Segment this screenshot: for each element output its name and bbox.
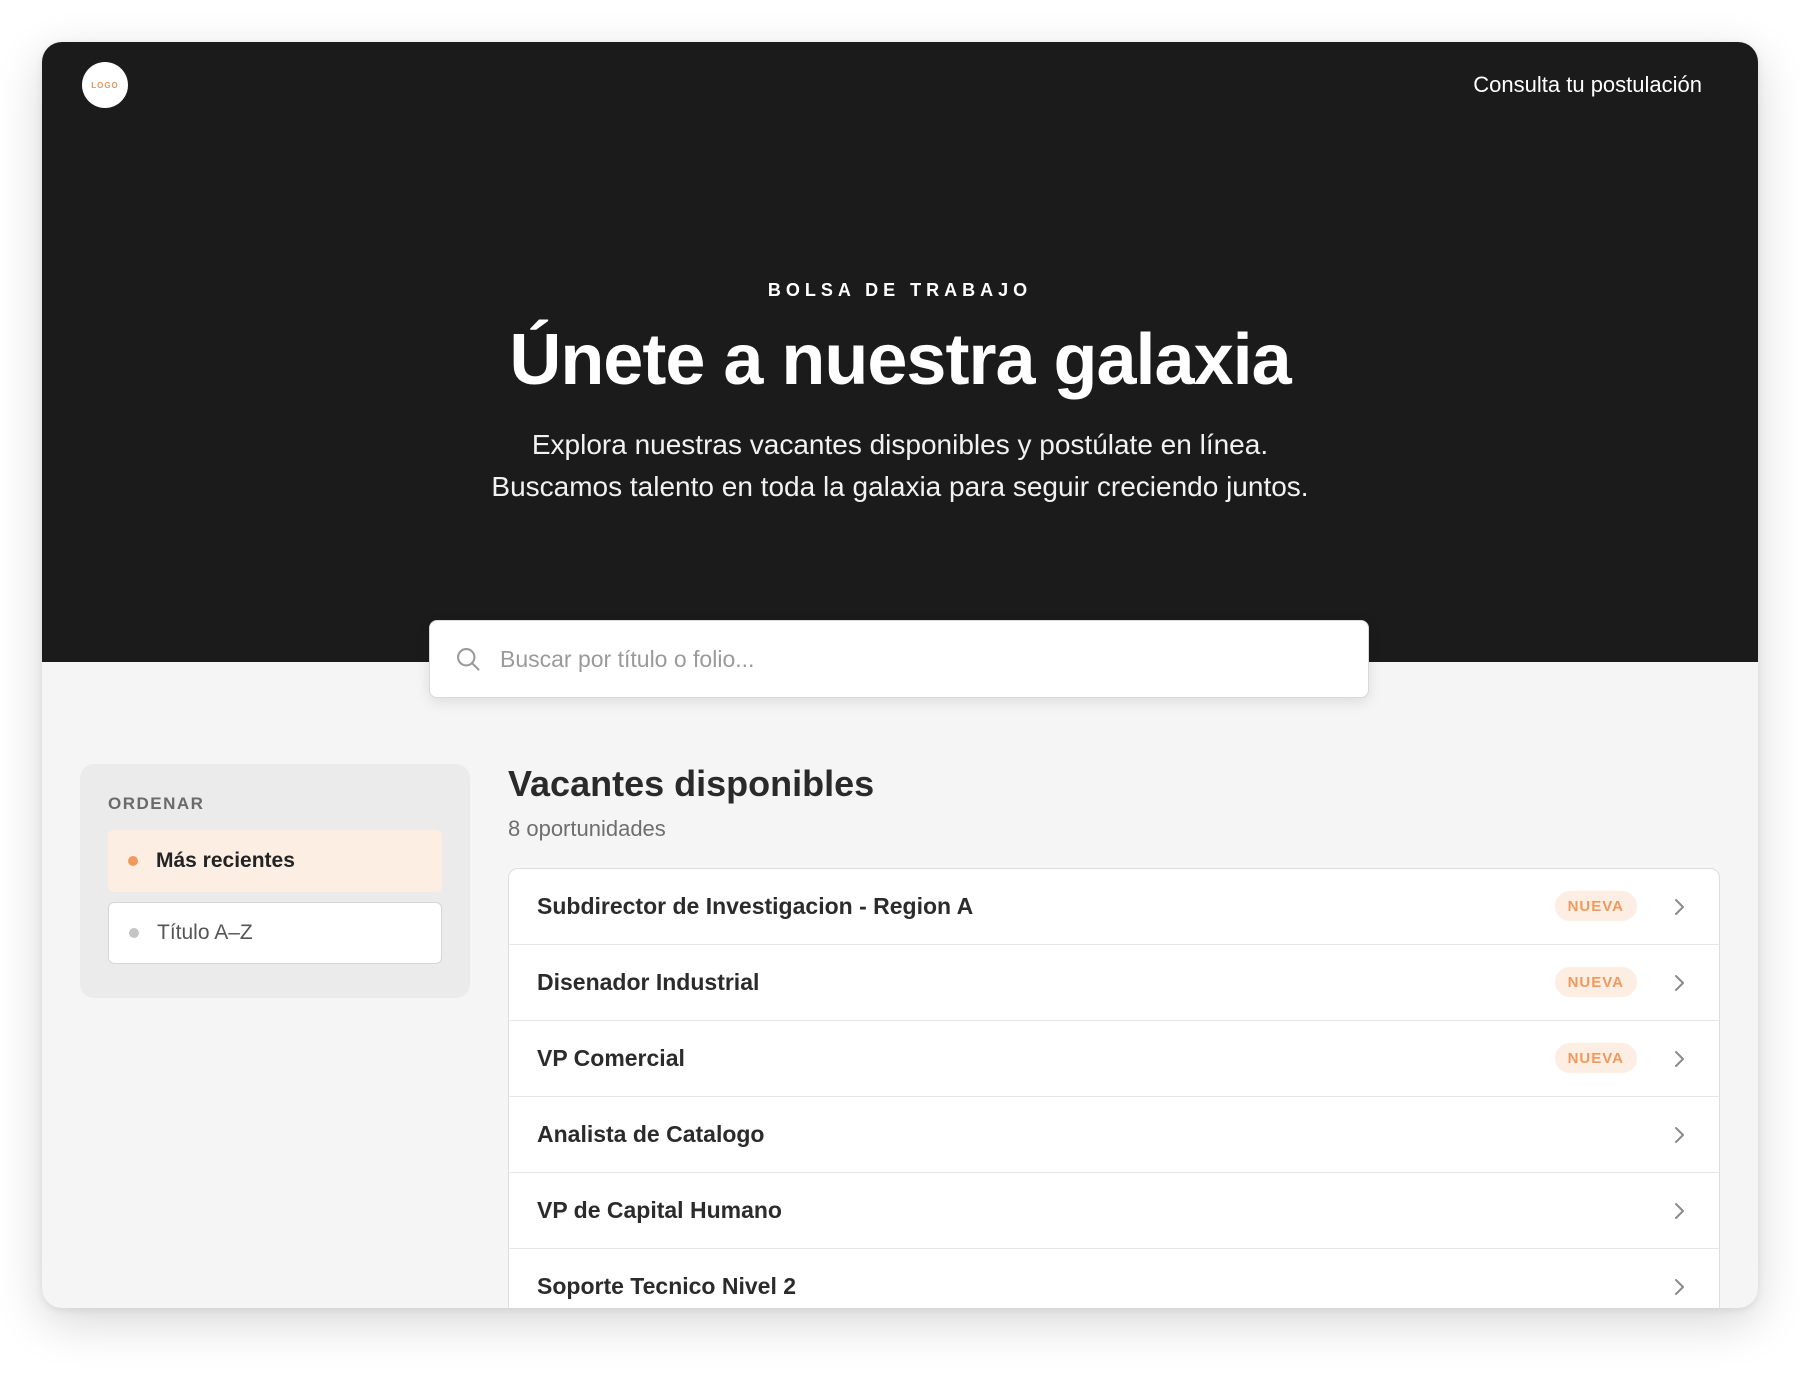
chevron-right-icon	[1675, 899, 1684, 915]
hero-subtitle-line-2: Buscamos talento en toda la galaxia para…	[491, 471, 1309, 502]
job-row[interactable]: Soporte Tecnico Nivel 2	[509, 1249, 1719, 1308]
job-title: VP Comercial	[537, 1045, 685, 1071]
job-list: Subdirector de Investigacion - Region A …	[508, 868, 1720, 1308]
new-badge: NUEVA	[1554, 967, 1637, 997]
hero-subtitle-line-1: Explora nuestras vacantes disponibles y …	[531, 429, 1269, 460]
browser-window: LOGO Consulta tu postulación BOLSA DE TR…	[42, 42, 1758, 1308]
listing-count: 8 oportunidades	[508, 816, 666, 841]
logo-text: LOGO	[91, 80, 119, 90]
search-icon	[457, 648, 480, 671]
sort-option-label: Título A–Z	[157, 921, 253, 944]
job-row[interactable]: Disenador Industrial NUEVA	[509, 945, 1719, 1021]
chevron-right-icon	[1675, 1279, 1684, 1295]
sort-option-recent[interactable]: Más recientes	[108, 830, 442, 892]
listing-title: Vacantes disponibles	[508, 763, 875, 804]
hero-title: Únete a nuestra galaxia	[509, 320, 1291, 400]
new-badge: NUEVA	[1554, 1043, 1637, 1073]
job-row[interactable]: Subdirector de Investigacion - Region A …	[509, 869, 1719, 945]
chevron-right-icon	[1675, 1051, 1684, 1067]
job-row[interactable]: VP Comercial NUEVA	[509, 1021, 1719, 1097]
logo[interactable]: LOGO	[82, 62, 128, 108]
chevron-right-icon	[1675, 975, 1684, 991]
sort-panel: ORDENAR Más recientes Título A–Z	[80, 764, 470, 998]
sort-option-title-az[interactable]: Título A–Z	[108, 902, 442, 964]
job-title: Analista de Catalogo	[537, 1121, 765, 1147]
job-row[interactable]: VP de Capital Humano	[509, 1173, 1719, 1249]
search-bar[interactable]	[429, 620, 1369, 698]
check-application-link[interactable]: Consulta tu postulación	[1473, 72, 1702, 98]
hero-eyebrow: BOLSA DE TRABAJO	[767, 280, 1033, 300]
hero-section: LOGO Consulta tu postulación BOLSA DE TR…	[42, 42, 1758, 662]
job-title: Soporte Tecnico Nivel 2	[537, 1273, 797, 1299]
sort-heading: ORDENAR	[108, 794, 205, 813]
unselected-dot-icon	[129, 928, 139, 938]
job-title: VP de Capital Humano	[537, 1197, 782, 1223]
job-title: Subdirector de Investigacion - Region A	[537, 893, 974, 919]
selected-dot-icon	[128, 856, 138, 866]
chevron-right-icon	[1675, 1127, 1684, 1143]
job-title: Disenador Industrial	[537, 969, 760, 995]
job-row[interactable]: Analista de Catalogo	[509, 1097, 1719, 1173]
hero-subtitle: Explora nuestras vacantes disponibles y …	[42, 424, 1758, 508]
search-input[interactable]	[498, 638, 1342, 680]
sort-option-label: Más recientes	[156, 849, 295, 872]
new-badge: NUEVA	[1554, 891, 1637, 921]
chevron-right-icon	[1675, 1203, 1684, 1219]
